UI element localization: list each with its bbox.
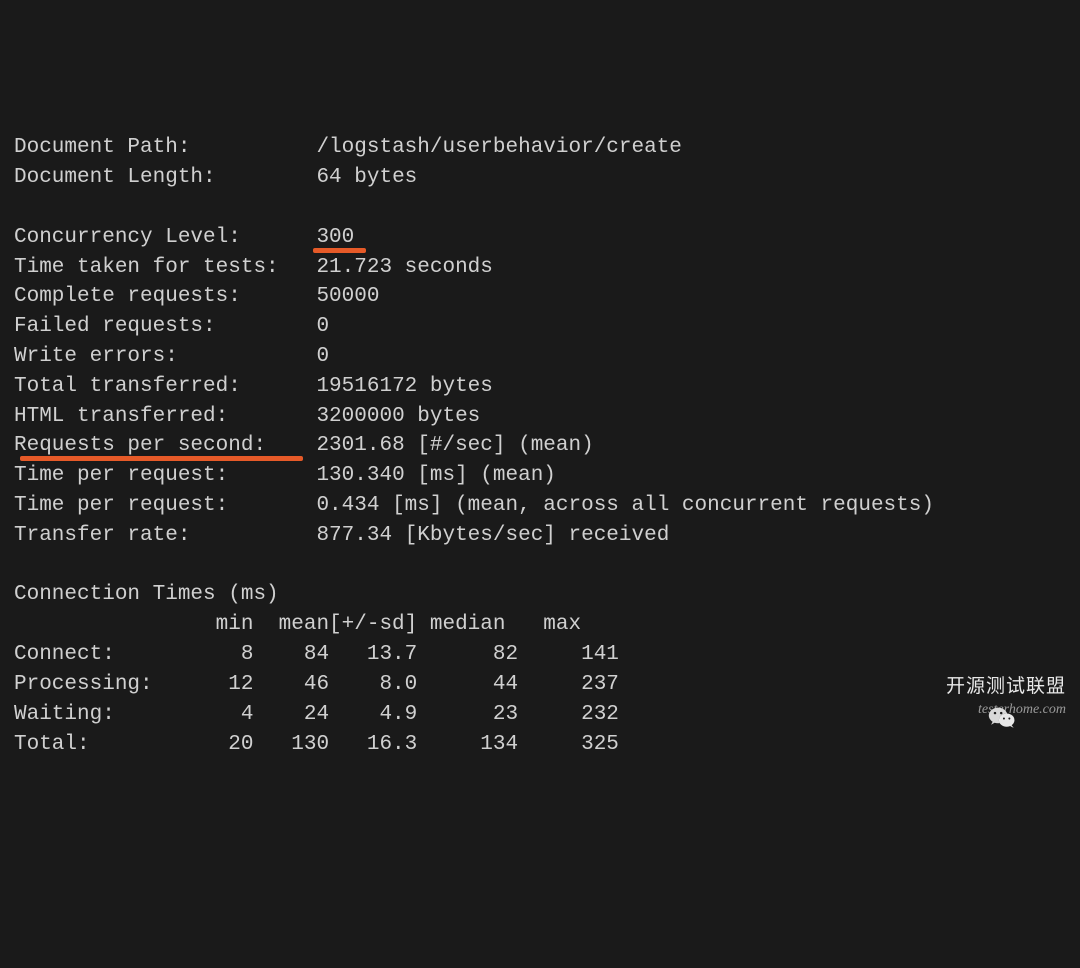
- stat-row: Time per request: 0.434 [ms] (mean, acro…: [14, 491, 1066, 521]
- stat-value: 0: [316, 345, 329, 368]
- connection-times-row: Waiting: 4 24 4.9 23 232Waiting:4244.923…: [14, 700, 1066, 730]
- stat-value: /logstash/userbehavior/create: [316, 136, 681, 159]
- connection-times-row: Processing: 12 46 8.0 44 237Processing:1…: [14, 670, 1066, 700]
- stat-value: 0: [316, 315, 329, 338]
- stat-label: Time per request:: [14, 464, 316, 487]
- stat-label: Complete requests:: [14, 285, 316, 308]
- stat-row: Time taken for tests: 21.723 seconds: [14, 253, 1066, 283]
- stat-label: Transfer rate:: [14, 524, 316, 547]
- stat-row: Concurrency Level: 300: [14, 223, 1066, 253]
- wechat-icon: [912, 676, 940, 700]
- stat-label: Document Length:: [14, 166, 316, 189]
- stat-value: 130.340 [ms] (mean): [316, 464, 555, 487]
- terminal-output: Document Path: /logstash/userbehavior/cr…: [14, 133, 1066, 759]
- stat-row: Transfer rate: 877.34 [Kbytes/sec] recei…: [14, 521, 1066, 551]
- stat-row: Write errors: 0: [14, 342, 1066, 372]
- stat-label: Failed requests:: [14, 315, 316, 338]
- watermark-text: 开源测试联盟: [946, 674, 1066, 701]
- stat-value: 0.434 [ms] (mean, across all concurrent …: [316, 494, 934, 517]
- stat-row: Document Path: /logstash/userbehavior/cr…: [14, 133, 1066, 163]
- stat-label: Total transferred:: [14, 375, 316, 398]
- stat-value: 19516172 bytes: [316, 375, 492, 398]
- stat-row: Failed requests: 0: [14, 312, 1066, 342]
- stat-row: HTML transferred: 3200000 bytes: [14, 402, 1066, 432]
- connection-times-row: Total: 20 130 16.3 134 325Total:2013016.…: [14, 730, 1066, 760]
- watermark: 开源测试联盟 testerhome.com: [912, 674, 1066, 720]
- stat-label: Write errors:: [14, 345, 316, 368]
- stat-row: Complete requests: 50000: [14, 282, 1066, 312]
- stat-value: 2301.68 [#/sec] (mean): [316, 434, 593, 457]
- stat-row: Requests per second: 2301.68 [#/sec] (me…: [14, 431, 1066, 461]
- stat-value: 300: [316, 226, 354, 249]
- stat-value: 21.723 seconds: [316, 256, 492, 279]
- stat-label: HTML transferred:: [14, 405, 316, 428]
- stat-value: 50000: [316, 285, 379, 308]
- connection-times-header: min mean[+/-sd] median max: [14, 610, 1066, 640]
- stat-row: Time per request: 130.340 [ms] (mean): [14, 461, 1066, 491]
- connection-times-row: Connect: 8 84 13.7 82 141Connect:88413.7…: [14, 640, 1066, 670]
- stat-label: Concurrency Level:: [14, 226, 316, 249]
- stat-row: [14, 193, 1066, 223]
- stat-label: Time per request:: [14, 494, 316, 517]
- stat-label: Document Path:: [14, 136, 316, 159]
- stat-value: 3200000 bytes: [316, 405, 480, 428]
- stat-value: 64 bytes: [316, 166, 417, 189]
- stat-row: Document Length: 64 bytes: [14, 163, 1066, 193]
- stat-label: Requests per second:: [14, 434, 316, 457]
- stat-value: 877.34 [Kbytes/sec] received: [316, 524, 669, 547]
- connection-times-title: Connection Times (ms): [14, 580, 1066, 610]
- stat-row: Total transferred: 19516172 bytes: [14, 372, 1066, 402]
- stat-label: Time taken for tests:: [14, 256, 316, 279]
